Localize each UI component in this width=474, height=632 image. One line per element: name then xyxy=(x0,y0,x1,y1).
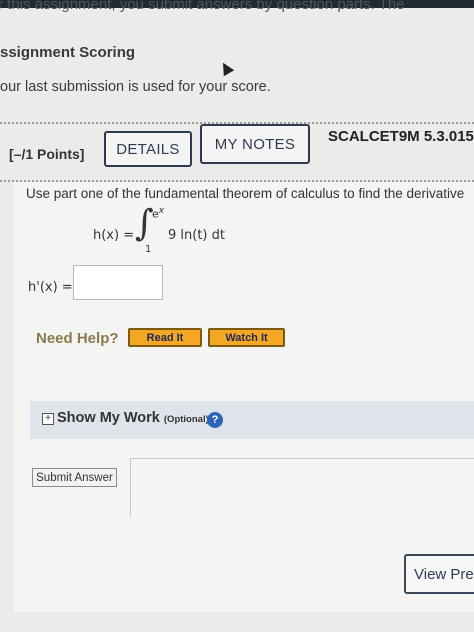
upper-limit-base: e xyxy=(152,207,159,221)
function-lhs: h(x) = xyxy=(93,228,135,243)
details-button[interactable]: DETAILS xyxy=(104,131,192,167)
upper-limit: ex xyxy=(152,206,164,221)
assignment-scoring-description: our last submission is used for your sco… xyxy=(0,79,271,95)
question-card xyxy=(14,182,474,612)
question-prompt: Use part one of the fundamental theorem … xyxy=(26,186,465,201)
optional-label: (Optional) xyxy=(163,414,209,425)
question-code: SCALCET9M 5.3.015 xyxy=(328,128,474,145)
mouse-cursor-icon xyxy=(217,59,235,77)
need-help-label: Need Help? xyxy=(36,330,119,347)
expand-plus-icon[interactable]: + xyxy=(42,413,54,425)
show-my-work-text: Show My Work xyxy=(57,410,160,426)
help-question-icon[interactable]: ? xyxy=(207,412,223,428)
integrand: 9 ln(t) dt xyxy=(168,228,225,243)
show-my-work-label[interactable]: Show My Work (Optional) xyxy=(57,410,209,426)
submit-answer-button[interactable]: Submit Answer xyxy=(32,468,117,487)
watch-it-button[interactable]: Watch It xyxy=(208,328,285,347)
integral-sign-icon: ∫ xyxy=(135,203,154,244)
view-previous-button[interactable]: View Pre xyxy=(404,554,474,594)
answer-label: h'(x) = xyxy=(28,280,73,295)
upper-limit-exponent: x xyxy=(158,206,165,216)
instructions-fragment: r this assignment, you submit answers by… xyxy=(0,0,405,13)
my-notes-button[interactable]: MY NOTES xyxy=(200,124,310,164)
read-it-button[interactable]: Read It xyxy=(128,328,202,347)
points-label: [–/1 Points] xyxy=(9,146,85,162)
work-area-frame xyxy=(130,458,474,517)
assignment-scoring-title: ssignment Scoring xyxy=(0,44,136,61)
lower-limit: 1 xyxy=(145,244,152,255)
answer-input[interactable] xyxy=(73,265,163,300)
